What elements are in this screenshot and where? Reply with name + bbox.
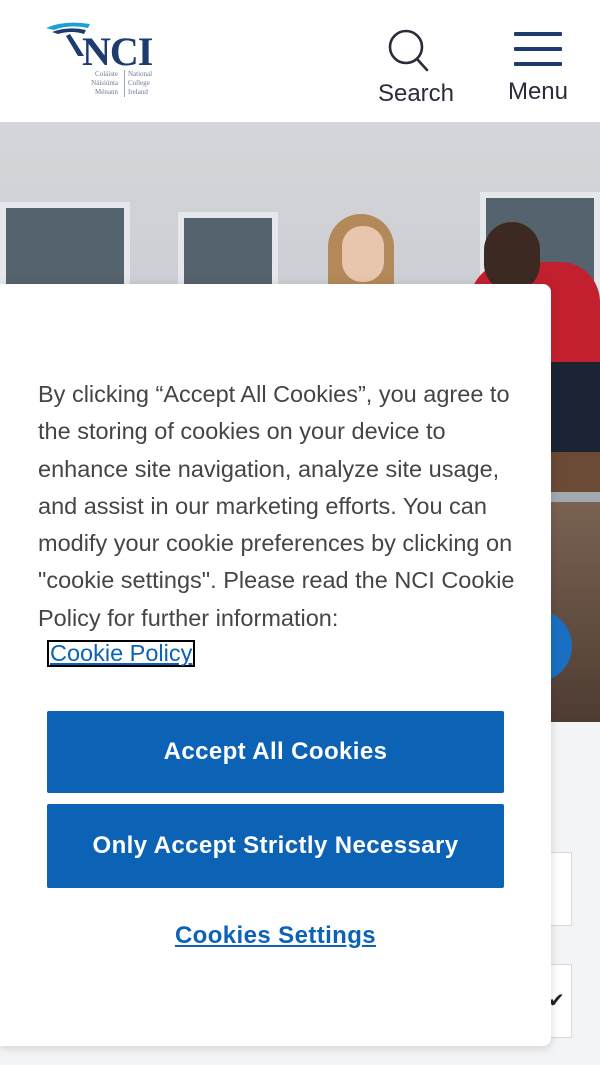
hamburger-icon [514, 32, 562, 66]
accept-necessary-cookies-button[interactable]: Only Accept Strictly Necessary [47, 804, 504, 888]
menu-label: Menu [507, 78, 569, 105]
menu-button[interactable]: Menu [500, 24, 580, 108]
logo-wordmark: NCI [82, 29, 153, 74]
cookie-policy-link[interactable]: Cookie Policy [47, 640, 196, 667]
search-label: Search [377, 80, 455, 107]
cookie-consent-banner: By clicking “Accept All Cookies”, you ag… [0, 284, 551, 1046]
logo-irish-name: Coláiste Náisiúnta Ménann [91, 70, 118, 96]
cookie-description: By clicking “Accept All Cookies”, you ag… [38, 381, 515, 631]
nci-logo[interactable]: NCI Coláiste Náisiúnta Ménann National C… [44, 18, 164, 106]
search-icon [388, 29, 429, 72]
accept-all-cookies-button[interactable]: Accept All Cookies [47, 711, 504, 793]
cookie-settings-link[interactable]: Cookies Settings [0, 922, 551, 950]
search-button[interactable]: Search [372, 24, 462, 108]
logo-english-name: National College Ireland [124, 70, 164, 97]
hero-person-2-head [484, 222, 540, 292]
hero-person-1-face [342, 226, 384, 282]
site-header: NCI Coláiste Náisiúnta Ménann National C… [0, 0, 600, 122]
